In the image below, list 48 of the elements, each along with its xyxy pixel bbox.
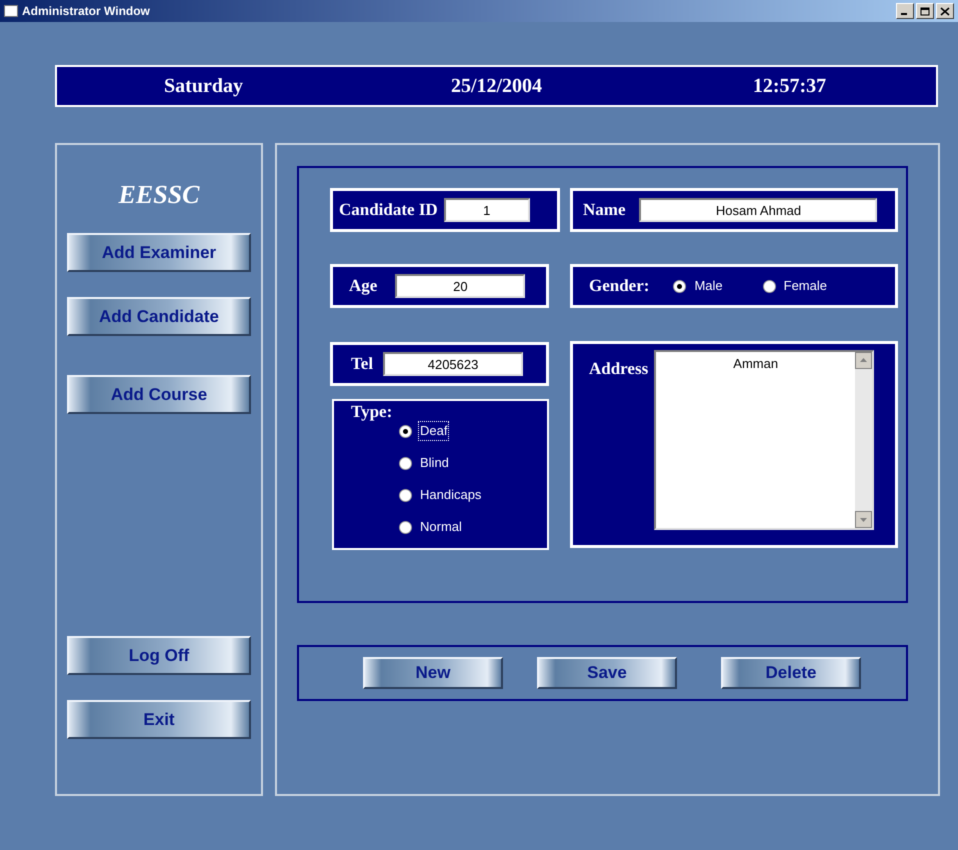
input-field[interactable]: 20: [395, 274, 526, 298]
day-label: Saturday: [164, 74, 243, 99]
field-label: Address: [589, 358, 648, 380]
close-button[interactable]: [936, 3, 954, 19]
field-label: Age: [349, 275, 378, 298]
action-button[interactable]: New: [363, 657, 503, 689]
field-label: Candidate ID: [339, 199, 438, 222]
sidebar-button[interactable]: Log Off: [67, 636, 251, 675]
logo-text: EESSC: [118, 179, 200, 211]
time-label: 12:57:37: [752, 74, 826, 99]
radio-label[interactable]: Male: [692, 275, 725, 297]
sidebar-button[interactable]: Add Candidate: [67, 297, 251, 336]
radio-label[interactable]: Deaf: [418, 421, 450, 441]
field-label: Tel: [351, 353, 374, 376]
radio-label[interactable]: Handicaps: [418, 485, 484, 505]
sidebar-button[interactable]: Exit: [67, 700, 251, 739]
field-label: Gender:: [589, 275, 650, 298]
radio-button[interactable]: [673, 280, 686, 292]
radio-label[interactable]: Normal: [418, 517, 464, 537]
input-field[interactable]: 4205623: [383, 352, 524, 376]
sidebar-button[interactable]: Add Examiner: [67, 233, 251, 272]
window-icon: [4, 5, 18, 17]
radio-button[interactable]: [399, 488, 412, 502]
scroll-down-icon[interactable]: [855, 511, 872, 528]
radio-button[interactable]: [399, 424, 412, 438]
radio-label[interactable]: Female: [782, 275, 829, 297]
action-button[interactable]: Save: [537, 657, 677, 689]
action-button[interactable]: Delete: [721, 657, 861, 689]
input-field[interactable]: Hosam Ahmad: [639, 198, 878, 222]
input-field[interactable]: 1: [444, 198, 530, 222]
maximize-button[interactable]: [916, 3, 934, 19]
sidebar-button[interactable]: Add Course: [67, 375, 251, 414]
field-label: Name: [583, 199, 626, 222]
address-text: Amman: [732, 355, 780, 373]
minimize-button[interactable]: [896, 3, 914, 19]
radio-label[interactable]: Blind: [418, 453, 451, 473]
address-text-area[interactable]: Amman: [654, 350, 874, 530]
scroll-up-icon[interactable]: [855, 352, 872, 369]
minimize-icon: [901, 13, 907, 15]
date-label: 25/12/2004: [450, 74, 542, 99]
close-icon: [940, 6, 950, 16]
radio-button[interactable]: [399, 520, 412, 534]
maximize-icon: [920, 6, 930, 16]
window-title: Administrator Window: [22, 3, 150, 20]
scrollbar[interactable]: [855, 352, 872, 528]
group-label: Type:: [351, 403, 394, 421]
radio-button[interactable]: [762, 280, 776, 292]
radio-button[interactable]: [399, 456, 412, 470]
